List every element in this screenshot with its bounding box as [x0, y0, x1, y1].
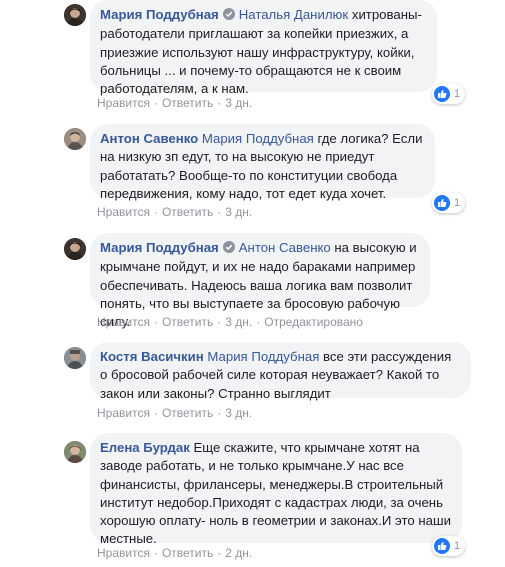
reply-link[interactable]: Ответить	[162, 546, 213, 560]
avatar[interactable]	[64, 441, 86, 463]
comment-actions: Нравится · Ответить · 2 дн.	[97, 546, 252, 560]
timestamp-link[interactable]: 3 дн.	[225, 96, 252, 110]
mentioned-user[interactable]: Наталья Данилюк	[239, 7, 348, 22]
separator-dot: ·	[256, 315, 261, 329]
like-link[interactable]: Нравится	[97, 205, 150, 219]
avatar[interactable]	[64, 347, 86, 369]
comment-bubble: Антон Савенко Мария Поддубная где логика…	[90, 124, 435, 201]
mentioned-user[interactable]: Мария Поддубная	[202, 131, 314, 146]
reaction-count[interactable]: 1	[432, 536, 466, 556]
separator-dot: ·	[153, 546, 158, 560]
separator-dot: ·	[217, 315, 222, 329]
author-name[interactable]: Антон Савенко	[100, 131, 198, 146]
author-name[interactable]: Костя Васичкин	[100, 349, 204, 364]
reply-link[interactable]: Ответить	[162, 96, 213, 110]
separator-dot: ·	[217, 96, 222, 110]
comment-bubble: Костя Васичкин Мария Поддубная все эти р…	[90, 342, 471, 401]
comment-actions: Нравится · Ответить · 3 дн. · Отредактировано	[97, 315, 363, 329]
separator-dot: ·	[153, 205, 158, 219]
separator-dot: ·	[217, 406, 222, 420]
comment-bubble: Мария Поддубная Наталья Данилюк хитрованы…	[90, 0, 437, 96]
verified-icon	[222, 240, 235, 258]
comment-actions: Нравится · Ответить · 3 дн.	[97, 205, 252, 219]
author-name[interactable]: Елена Бурдак	[100, 440, 190, 455]
like-link[interactable]: Нравится	[97, 96, 150, 110]
separator-dot: ·	[217, 546, 222, 560]
comment-bubble: Мария Поддубная Антон Савенко на высокую …	[90, 233, 430, 329]
author-name[interactable]: Мария Поддубная	[100, 240, 219, 255]
verified-icon	[222, 7, 235, 25]
reaction-count[interactable]: 1	[432, 193, 466, 213]
avatar[interactable]	[64, 128, 86, 150]
avatar[interactable]	[64, 238, 86, 260]
user-photo-icon	[64, 4, 86, 26]
edited-link[interactable]: Отредактировано	[264, 315, 363, 329]
like-icon	[434, 195, 450, 211]
timestamp-link[interactable]: 3 дн.	[225, 205, 252, 219]
like-icon	[434, 86, 450, 102]
avatar[interactable]	[64, 4, 86, 26]
comment-actions: Нравится · Ответить · 3 дн.	[97, 96, 252, 110]
like-icon	[434, 538, 450, 554]
like-link[interactable]: Нравится	[97, 315, 150, 329]
reply-link[interactable]: Ответить	[162, 205, 213, 219]
mentioned-user[interactable]: Мария Поддубная	[207, 349, 319, 364]
comment-actions: Нравится · Ответить · 3 дн.	[97, 406, 252, 420]
reply-link[interactable]: Ответить	[162, 315, 213, 329]
user-photo-icon	[64, 128, 86, 150]
comment-text: Еще скажите, что крымчане хотят на завод…	[100, 440, 451, 547]
separator-dot: ·	[217, 205, 222, 219]
mentioned-user[interactable]: Антон Савенко	[239, 240, 331, 255]
like-link[interactable]: Нравится	[97, 546, 150, 560]
user-photo-icon	[64, 347, 86, 369]
author-name[interactable]: Мария Поддубная	[100, 7, 219, 22]
separator-dot: ·	[153, 315, 158, 329]
separator-dot: ·	[153, 96, 158, 110]
timestamp-link[interactable]: 3 дн.	[225, 406, 252, 420]
like-link[interactable]: Нравится	[97, 406, 150, 420]
user-photo-icon	[64, 238, 86, 260]
comment-bubble: Елена Бурдак Еще скажите, что крымчане х…	[90, 433, 462, 547]
timestamp-link[interactable]: 2 дн.	[225, 546, 252, 560]
user-photo-icon	[64, 441, 86, 463]
timestamp-link[interactable]: 3 дн.	[225, 315, 252, 329]
reaction-count[interactable]: 1	[432, 84, 466, 104]
reply-link[interactable]: Ответить	[162, 406, 213, 420]
separator-dot: ·	[153, 406, 158, 420]
